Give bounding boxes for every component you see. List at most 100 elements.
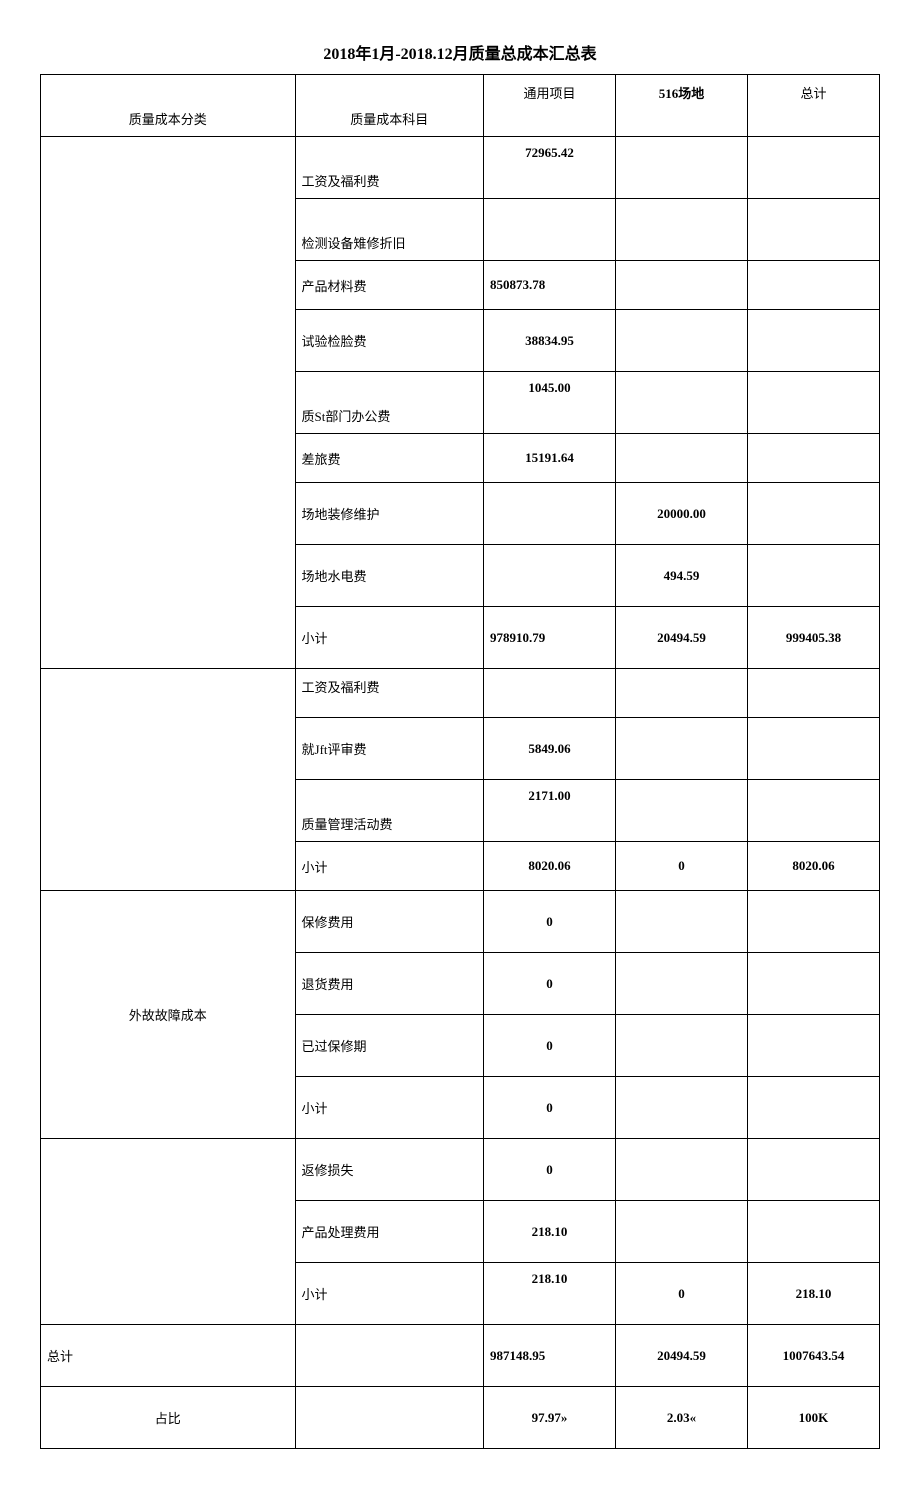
value-cell: [747, 1015, 879, 1077]
value-cell: 850873.78: [484, 261, 616, 310]
value-cell: 5849.06: [484, 718, 616, 780]
subject-cell: 已过保修期: [295, 1015, 484, 1077]
value-cell: [616, 953, 748, 1015]
value-cell: 0: [616, 1263, 748, 1325]
value-cell: 0: [484, 1139, 616, 1201]
category-cell: [41, 1139, 296, 1325]
subject-cell: 产品处理费用: [295, 1201, 484, 1263]
cost-summary-table: 质量成本分类 质量成本科目 通用项目 516场地 总计 工资及福利费 72965…: [40, 74, 880, 1449]
value-cell: [747, 669, 879, 718]
subject-cell: 差旅费: [295, 434, 484, 483]
value-cell: [616, 1077, 748, 1139]
value-cell: [747, 1139, 879, 1201]
value-cell: 0: [484, 891, 616, 953]
value-cell: [484, 483, 616, 545]
value-cell: [747, 310, 879, 372]
value-cell: [484, 545, 616, 607]
subject-cell: 质量管理活动费: [295, 780, 484, 842]
value-cell: [484, 669, 616, 718]
value-cell: 0: [616, 842, 748, 891]
value-cell: [616, 1015, 748, 1077]
hdr-subject: 质量成本科目: [295, 75, 484, 137]
subject-cell: 工资及福利费: [295, 669, 484, 718]
value-cell: [747, 718, 879, 780]
value-cell: 97.97»: [484, 1387, 616, 1449]
table-row: 返修损失 0: [41, 1139, 880, 1201]
subject-cell: 就Jft评审费: [295, 718, 484, 780]
ratio-label: 占比: [41, 1387, 296, 1449]
value-cell: 999405.38: [747, 607, 879, 669]
value-cell: [295, 1387, 484, 1449]
value-cell: [747, 953, 879, 1015]
value-cell: 978910.79: [484, 607, 616, 669]
value-cell: 0: [484, 953, 616, 1015]
value-cell: [747, 261, 879, 310]
subject-cell: 场地装修维护: [295, 483, 484, 545]
value-cell: 1007643.54: [747, 1325, 879, 1387]
table-row: 外故故障成本 保修费用 0: [41, 891, 880, 953]
value-cell: 38834.95: [484, 310, 616, 372]
value-cell: [616, 137, 748, 199]
value-cell: [747, 372, 879, 434]
value-cell: 0: [484, 1077, 616, 1139]
value-cell: 20494.59: [616, 607, 748, 669]
table-row: 工资及福利费 72965.42: [41, 137, 880, 199]
value-cell: 1045.00: [484, 372, 616, 434]
value-cell: [747, 545, 879, 607]
hdr-col1: 通用项目: [484, 75, 616, 137]
value-cell: 100K: [747, 1387, 879, 1449]
value-cell: 2.03«: [616, 1387, 748, 1449]
value-cell: [616, 310, 748, 372]
subject-cell: 退货费用: [295, 953, 484, 1015]
value-cell: [616, 261, 748, 310]
subject-cell: 检测设备雉修折旧: [295, 199, 484, 261]
value-cell: 20000.00: [616, 483, 748, 545]
value-cell: [616, 1201, 748, 1263]
hdr-category: 质量成本分类: [41, 75, 296, 137]
subject-cell: 产品材料费: [295, 261, 484, 310]
page-title: 2018年1月-2018.12月质量总成本汇总表: [40, 40, 880, 64]
value-cell: 20494.59: [616, 1325, 748, 1387]
subject-cell: 工资及福利费: [295, 137, 484, 199]
hdr-col2: 516场地: [616, 75, 748, 137]
total-row: 总计 987148.95 20494.59 1007643.54: [41, 1325, 880, 1387]
value-cell: [616, 434, 748, 483]
value-cell: [747, 1201, 879, 1263]
value-cell: 8020.06: [747, 842, 879, 891]
subject-cell: 质St部门办公费: [295, 372, 484, 434]
value-cell: 2171.00: [484, 780, 616, 842]
value-cell: [747, 780, 879, 842]
value-cell: [616, 780, 748, 842]
value-cell: 218.10: [484, 1263, 616, 1325]
value-cell: [747, 434, 879, 483]
category-cell: [41, 669, 296, 891]
value-cell: 987148.95: [484, 1325, 616, 1387]
subject-cell: 场地水电费: [295, 545, 484, 607]
category-cell: 外故故障成本: [41, 891, 296, 1139]
value-cell: 494.59: [616, 545, 748, 607]
value-cell: [484, 199, 616, 261]
ratio-row: 占比 97.97» 2.03« 100K: [41, 1387, 880, 1449]
value-cell: 0: [484, 1015, 616, 1077]
value-cell: [747, 483, 879, 545]
subject-cell: 小计: [295, 607, 484, 669]
value-cell: [747, 891, 879, 953]
value-cell: [747, 199, 879, 261]
value-cell: 72965.42: [484, 137, 616, 199]
hdr-col3: 总计: [747, 75, 879, 137]
category-cell: [41, 137, 296, 669]
value-cell: [616, 1139, 748, 1201]
table-row: 工资及福利费: [41, 669, 880, 718]
subject-cell: 试验检脸费: [295, 310, 484, 372]
subject-cell: 保修费用: [295, 891, 484, 953]
value-cell: 15191.64: [484, 434, 616, 483]
subject-cell: 小计: [295, 1077, 484, 1139]
value-cell: [616, 372, 748, 434]
value-cell: [616, 718, 748, 780]
value-cell: [295, 1325, 484, 1387]
subject-cell: 小计: [295, 1263, 484, 1325]
value-cell: [747, 137, 879, 199]
value-cell: 218.10: [484, 1201, 616, 1263]
value-cell: [747, 1077, 879, 1139]
value-cell: [616, 891, 748, 953]
